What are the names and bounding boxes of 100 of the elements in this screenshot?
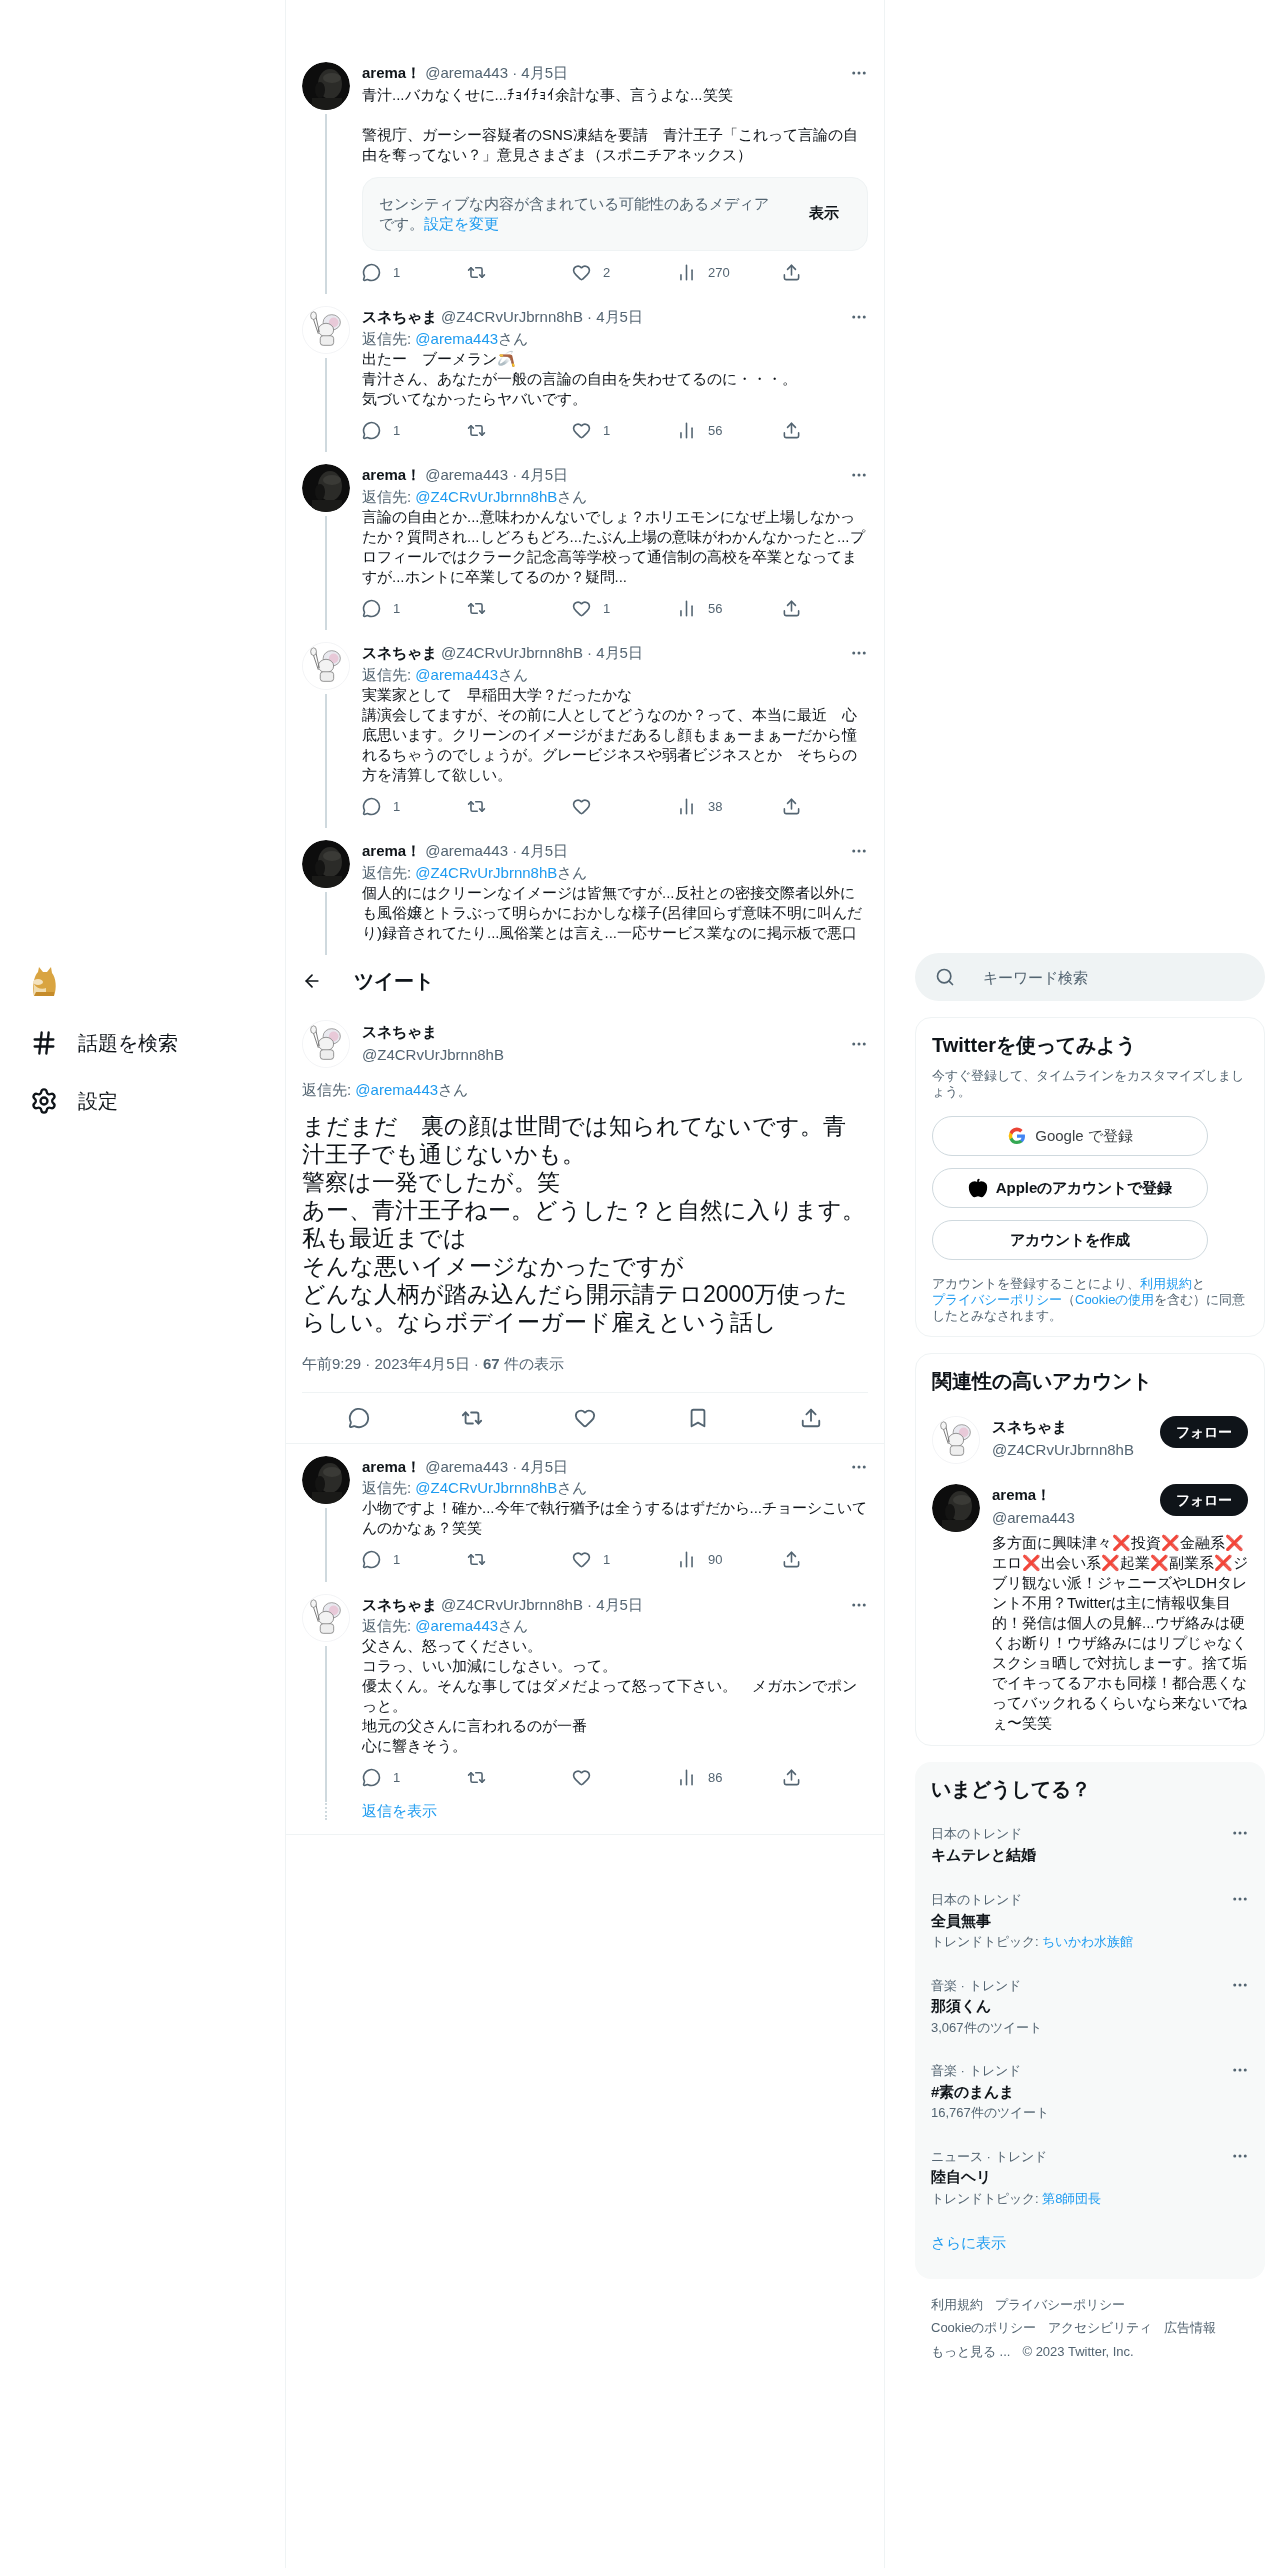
trend-title[interactable]: #素のまんま	[931, 2080, 1231, 2103]
share-icon[interactable]	[782, 598, 801, 618]
follow-button[interactable]: フォロー	[1160, 1484, 1248, 1516]
user-handle: @Z4CRvUrJbrnn8hB	[362, 1044, 505, 1065]
tweet-meta: @arema443 · 4月5日	[425, 841, 568, 861]
tweet-text-line: 講演会してますが、その前に人としてどうなのか？って、本当に最近 心底思います。クリーンのイメージがまだあるし顔もまぁーまぁーだから憧れるちゃうのでしょうが。グレービジネスや弱者ビジネスとか そちらの方を清算して欲しい。	[362, 704, 858, 785]
tweet-text-line: 父さん、怒ってください。	[362, 1636, 543, 1656]
action-count: 1	[393, 421, 401, 440]
like-icon[interactable]	[572, 1550, 591, 1570]
follow-button[interactable]: フォロー	[1160, 1416, 1248, 1448]
tweet-text-line: 警察は一発でしたが。笑	[302, 1167, 561, 1196]
tweet-text-line: 気づいてなかったらヤバいです。	[362, 388, 588, 409]
trend-category: 音楽 · トレンド	[931, 2062, 1022, 2080]
action-count: 1	[393, 1551, 401, 1569]
trend-title[interactable]: キムテレと結婚	[931, 1843, 1231, 1866]
action-count: 270	[708, 263, 730, 282]
tweet-text-line: 個人的にはクリーンなイメージは皆無ですが...反社との密接交際者以外にも風俗嬢とトラぶって明らかにおかしな様子(呂律回らず意味不明に叫んだり)録音されてたり...風俗業とは言え...一応サービス業なのに掲示板で悪口	[362, 882, 863, 943]
tweet-meta: @Z4CRvUrJbrnn8hB · 4月5日	[441, 1594, 643, 1615]
trend-category: 日本のトレンド	[931, 1891, 1023, 1909]
reply-icon[interactable]	[362, 598, 381, 618]
reply-to-line: 返信先: @Z4CRvUrJbrnn8hBさん	[362, 862, 589, 883]
user-name[interactable]: arema！	[362, 62, 422, 85]
reply-icon[interactable]	[362, 420, 381, 440]
tweet-text-line: 心に響きそう。	[362, 1736, 468, 1756]
footer-link[interactable]: プライバシーポリシー	[995, 2294, 1125, 2314]
user-name[interactable]: arema！	[362, 464, 422, 487]
action-count: 38	[708, 797, 723, 816]
tweet-meta: @Z4CRvUrJbrnn8hB · 4月5日	[441, 643, 643, 663]
tweet-text-line: 優太くん。そんな事してはダメだよって怒って下さい。 メガホンでポンっと。	[362, 1676, 858, 1716]
show-button[interactable]: 表示	[797, 198, 851, 229]
views-icon[interactable]	[677, 1768, 696, 1788]
reply-icon[interactable]	[362, 1768, 381, 1788]
reply-to-line: 返信先: @arema443さん	[302, 1079, 470, 1100]
card-subtitle: 今すぐ登録して、タイムラインをカスタマイズしましょう。	[932, 1068, 1245, 1100]
action-count: 1	[603, 599, 611, 618]
card-title: いまどうしてる？	[930, 1777, 1092, 1802]
reply-icon[interactable]	[362, 262, 381, 282]
reply-icon[interactable]	[362, 796, 381, 816]
trend-title[interactable]: 全員無事	[931, 1909, 1231, 1932]
footer-link[interactable]: 利用規約	[931, 2294, 983, 2314]
trend-title[interactable]: 陸自ヘリ	[931, 2166, 1231, 2189]
action-count: 56	[708, 599, 723, 618]
action-count: 1	[393, 263, 401, 282]
reply-to-line: 返信先: @Z4CRvUrJbrnn8hBさん	[362, 486, 589, 507]
like-icon[interactable]	[572, 598, 591, 618]
user-name[interactable]: スネちゃま	[992, 1416, 1160, 1439]
tweet-text-line: 警視庁、ガーシー容疑者のSNS凍結を要請 青汁王子「これって言論の自由を奪ってない？」意見さまざま（スポニチアネックス）	[362, 124, 859, 165]
like-icon[interactable]	[572, 262, 591, 282]
tweet-count: 16,767件のツイート	[931, 2104, 1050, 2122]
trend-title[interactable]: 那須くん	[931, 1995, 1231, 2018]
views-icon[interactable]	[677, 796, 696, 816]
action-count: 1	[603, 1551, 611, 1569]
tweet-text-line: コラっ、いい加減にしなさい。って。	[362, 1656, 618, 1676]
search-field[interactable]: キーワード検索	[915, 953, 1265, 1001]
google-icon	[1007, 1126, 1028, 1146]
share-icon[interactable]	[782, 796, 801, 816]
views-icon[interactable]	[677, 598, 696, 618]
share-icon[interactable]	[800, 1406, 823, 1429]
settings-icon	[30, 1087, 58, 1115]
tweet-text-line: どんな人柄が踏み込んだら開示請テロ2000万使ったらしい。ならボデイーガード雇えという話し	[302, 1279, 850, 1336]
like-icon[interactable]	[572, 420, 591, 440]
action-count: 1	[393, 599, 401, 618]
footer-link[interactable]: 広告情報	[1164, 2318, 1217, 2338]
reply-icon[interactable]	[362, 1550, 381, 1570]
footer-link[interactable]: アクセシビリティ	[1048, 2318, 1153, 2338]
user-name[interactable]: arema！	[362, 840, 422, 863]
tweet-meta: @arema443 · 4月5日	[425, 1456, 568, 1477]
views-icon[interactable]	[677, 1550, 696, 1570]
action-count: 1	[393, 1769, 401, 1787]
nav-item[interactable]: 設定	[78, 1086, 118, 1116]
user-name[interactable]: arema！	[992, 1484, 1160, 1507]
action-count: 86	[708, 1769, 723, 1787]
like-icon[interactable]	[572, 796, 591, 816]
user-name[interactable]: スネちゃま	[362, 306, 437, 329]
user-bio: 多方面に興味津々❌投資❌金融系❌エロ❌出会い系❌起業❌副業系❌ジブリ観ない派！ジャニーズやLDHタレント不用？Twitterは主に情報収集目的！発信は個人の見解...ウザ絡みは硬くお断り！ウザ絡みにはリプじゃなくスクショ晒しで対抗しまーす。捨て垢でイキってるアホも同様！都合悪くなってバックれるくらいなら来ないでねぇ〜笑笑	[992, 1533, 1248, 1733]
footer-link[interactable]: Cookieのポリシー	[931, 2318, 1037, 2338]
nav-item[interactable]: 話題を検索	[78, 1028, 178, 1058]
trend-topic: トレンドトピック: ちいかわ水族館	[931, 1933, 1135, 1951]
share-icon[interactable]	[782, 420, 801, 440]
tweet-text-line: まだまだ 裏の顔は世間では知られてないです。青汁王子でも通じないかも。	[302, 1111, 847, 1168]
share-icon[interactable]	[782, 1550, 801, 1570]
search-icon	[935, 967, 955, 987]
footer-link[interactable]: もっと見る ...	[931, 2341, 1011, 2361]
user-name[interactable]: スネちゃま	[362, 1593, 437, 1616]
tweet-meta: @arema443 · 4月5日	[425, 465, 568, 485]
user-name[interactable]: スネちゃま	[362, 642, 437, 665]
share-icon[interactable]	[782, 1768, 801, 1788]
reply-to-line: 返信先: @arema443さん	[362, 664, 530, 685]
user-name[interactable]: スネちゃま	[362, 1021, 838, 1044]
card-title: Twitterを使ってみよう	[932, 1033, 1138, 1058]
views-icon[interactable]	[677, 420, 696, 440]
share-icon[interactable]	[782, 262, 801, 282]
like-icon[interactable]	[572, 1768, 591, 1788]
tweet-text-line: そんな悪いイメージなかったですが	[302, 1251, 685, 1280]
footer-link[interactable]: © 2023 Twitter, Inc.	[1022, 2341, 1134, 2361]
views-icon[interactable]	[677, 262, 696, 282]
tweet-meta: 午前9:29 · 2023年4月5日 · 67 件の表示	[302, 1354, 564, 1372]
card-title: 関連性の高いアカウント	[932, 1369, 1153, 1394]
reply-icon[interactable]	[347, 1406, 370, 1429]
user-name[interactable]: arema！	[362, 1455, 422, 1478]
